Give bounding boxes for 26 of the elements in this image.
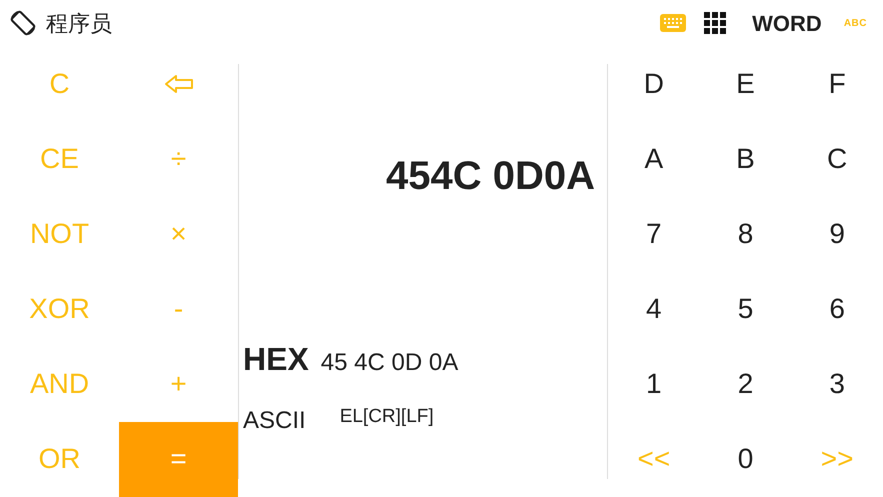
digit-key[interactable]: 8 xyxy=(700,196,792,272)
app-title: 程序员 xyxy=(46,10,112,38)
digit-key[interactable]: 0 xyxy=(700,422,792,497)
hex-value: 45 4C 0D 0A xyxy=(320,348,458,378)
digit-key[interactable]: 3 xyxy=(791,346,883,422)
ascii-label: ASCII xyxy=(243,406,306,436)
digit-key[interactable]: C xyxy=(791,121,883,196)
grid-icon[interactable] xyxy=(704,12,726,34)
rotate-icon[interactable] xyxy=(8,8,38,38)
digit-key[interactable]: D xyxy=(608,46,700,122)
digit-key[interactable]: A xyxy=(608,121,700,196)
backspace-arrow-icon xyxy=(164,74,194,94)
ascii-value: EL[CR][LF] xyxy=(340,405,434,429)
digit-key[interactable]: 9 xyxy=(791,196,883,272)
digit-key[interactable]: E xyxy=(700,46,792,122)
digit-key[interactable]: 6 xyxy=(791,271,883,347)
digit-key[interactable]: 2 xyxy=(700,346,792,422)
digit-key[interactable]: 7 xyxy=(608,196,700,272)
hex-label: HEX xyxy=(243,340,309,379)
word-size-button[interactable]: WORD xyxy=(752,6,822,40)
result-display: 454C 0D0A xyxy=(386,153,595,200)
digit-key[interactable]: 4 xyxy=(608,271,700,347)
digit-key[interactable]: F xyxy=(791,46,883,122)
digit-key[interactable]: B xyxy=(700,121,792,196)
digit-key[interactable]: 1 xyxy=(608,346,700,422)
digit-key[interactable]: 5 xyxy=(700,271,792,347)
